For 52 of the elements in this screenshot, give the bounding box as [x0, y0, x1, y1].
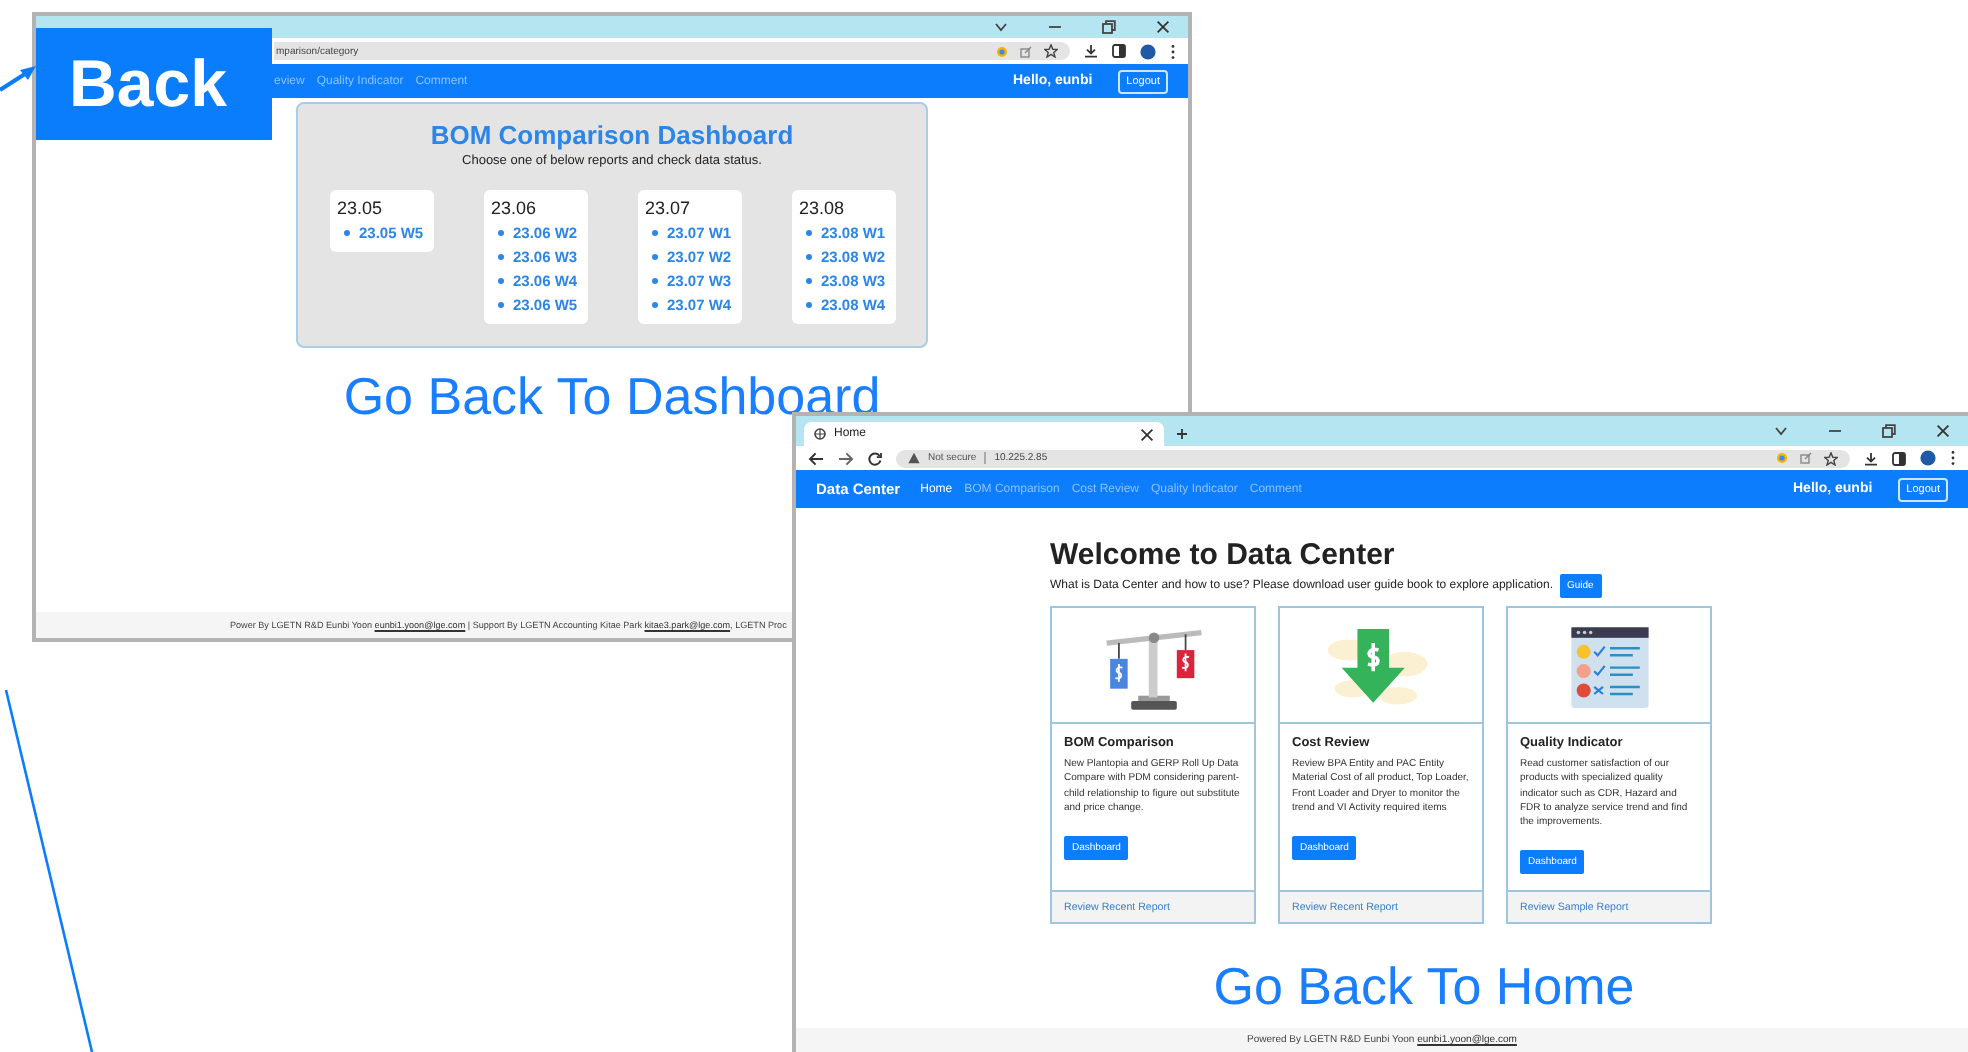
- globe-icon: [814, 428, 826, 440]
- bullet-icon: [651, 278, 657, 284]
- bullet-icon: [651, 230, 657, 236]
- close-icon[interactable]: [1140, 427, 1154, 441]
- more-icon[interactable]: [1950, 450, 1956, 466]
- bullet-icon: [497, 230, 503, 236]
- back-arrow-icon[interactable]: [808, 451, 824, 465]
- star-icon[interactable]: [1044, 44, 1058, 58]
- restore-icon[interactable]: [1102, 20, 1116, 34]
- share-icon[interactable]: [1020, 45, 1032, 57]
- month-label: 23.05: [337, 198, 385, 218]
- callout-arrow: [0, 66, 36, 92]
- forward-arrow-icon[interactable]: [838, 451, 854, 465]
- avatar-icon[interactable]: [1140, 43, 1156, 59]
- welcome-title: Welcome to Data Center: [1050, 538, 1397, 572]
- back-link[interactable]: Go Back To Home: [1213, 956, 1635, 1017]
- bullet-icon: [805, 230, 811, 236]
- sidebar-icon[interactable]: [1112, 44, 1126, 58]
- month-label: 23.08: [799, 198, 847, 218]
- bullet-icon: [805, 302, 811, 308]
- chevron-down-icon[interactable]: [1774, 426, 1788, 436]
- bullet-icon: [343, 230, 349, 236]
- star-icon[interactable]: [1824, 451, 1838, 465]
- sidebar-icon[interactable]: [1892, 451, 1906, 465]
- color-dot-icon[interactable]: [996, 45, 1008, 57]
- restore-icon[interactable]: [1882, 424, 1896, 438]
- plus-icon: [1176, 428, 1188, 440]
- bullet-icon: [651, 254, 657, 260]
- month-label: 23.07: [645, 198, 693, 218]
- minimize-icon[interactable]: [1828, 428, 1842, 434]
- close-icon[interactable]: [1156, 20, 1170, 34]
- download-icon[interactable]: [1864, 451, 1878, 465]
- warning-icon: [908, 452, 920, 464]
- bullet-icon: [497, 278, 503, 284]
- dashboard-title: BOM Comparison Dashboard: [430, 120, 794, 150]
- bullet-icon: [651, 302, 657, 308]
- reload-icon[interactable]: [868, 451, 882, 465]
- close-icon[interactable]: [1936, 424, 1950, 438]
- minimize-icon[interactable]: [1048, 24, 1062, 30]
- download-icon[interactable]: [1084, 44, 1098, 58]
- bullet-icon: [805, 254, 811, 260]
- avatar-icon[interactable]: [1920, 450, 1936, 466]
- color-dot-icon[interactable]: [1776, 452, 1788, 464]
- callout-label: Back: [36, 28, 272, 140]
- more-icon[interactable]: [1170, 43, 1176, 59]
- share-icon[interactable]: [1800, 452, 1812, 464]
- bullet-icon: [805, 278, 811, 284]
- back-link[interactable]: Go Back To Dashboard: [343, 366, 881, 426]
- month-label: 23.06: [491, 198, 539, 218]
- bullet-icon: [497, 302, 503, 308]
- bullet-icon: [497, 254, 503, 260]
- chevron-down-icon[interactable]: [994, 22, 1008, 32]
